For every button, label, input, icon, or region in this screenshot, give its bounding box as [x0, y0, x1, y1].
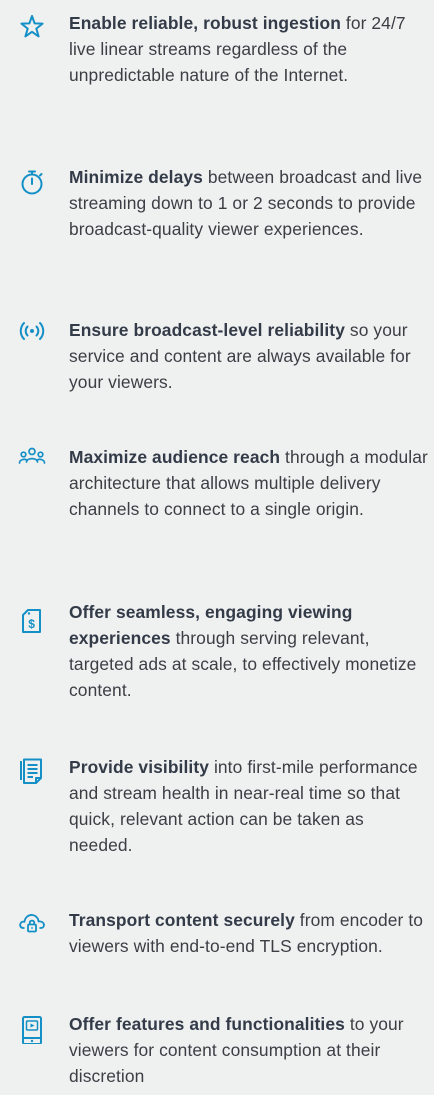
- stopwatch-icon: [18, 169, 46, 197]
- price-tag-icon: $: [18, 607, 46, 635]
- star-icon: [18, 13, 46, 41]
- benefit-text: Minimize delays between broadcast and li…: [69, 164, 431, 242]
- benefit-heading: Minimize delays: [69, 167, 203, 187]
- svg-text:$: $: [28, 617, 35, 631]
- benefit-heading: Enable reliable, robust ingestion: [69, 13, 341, 33]
- benefit-text: Enable reliable, robust ingestion for 24…: [69, 10, 431, 88]
- benefit-text: Offer features and functionalities to yo…: [69, 1011, 431, 1089]
- benefit-text: Maximize audience reach through a modula…: [69, 444, 431, 522]
- benefit-text: Transport content securely from encoder …: [69, 907, 431, 959]
- benefit-heading: Provide visibility: [69, 757, 210, 777]
- benefit-text: Ensure broadcast-level reliability so yo…: [69, 317, 431, 395]
- benefits-list: Enable reliable, robust ingestion for 24…: [0, 0, 434, 1095]
- cloud-lock-icon: [18, 908, 46, 936]
- benefit-heading: Ensure broadcast-level reliability: [69, 320, 345, 340]
- benefit-text: Provide visibility into first-mile perfo…: [69, 754, 431, 858]
- benefit-heading: Transport content securely: [69, 910, 295, 930]
- benefit-heading: Offer features and functionalities: [69, 1014, 345, 1034]
- benefit-text: Offer seamless, engaging viewing experie…: [69, 599, 431, 703]
- mobile-video-icon: [18, 1016, 46, 1044]
- broadcast-signal-icon: [18, 317, 46, 345]
- audience-icon: [18, 444, 46, 472]
- document-icon: [18, 758, 46, 786]
- benefit-heading: Maximize audience reach: [69, 447, 281, 467]
